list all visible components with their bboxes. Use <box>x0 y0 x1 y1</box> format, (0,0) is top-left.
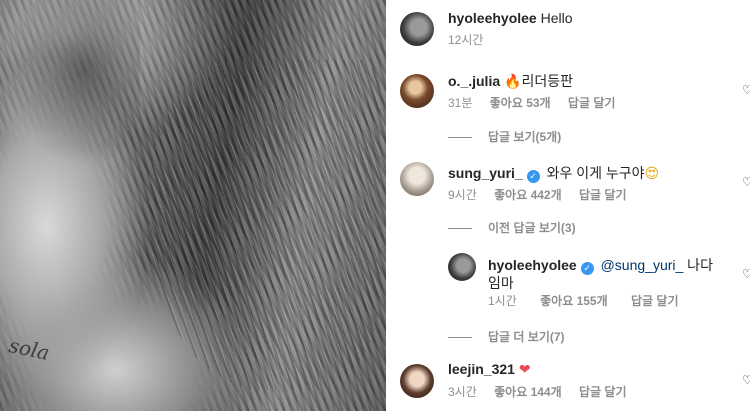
reply-time[interactable]: 1시간 <box>488 294 517 308</box>
avatar[interactable] <box>400 12 434 46</box>
view-replies-label: 답글 보기(5개) <box>488 130 562 144</box>
comment-time[interactable]: 3시간 <box>448 385 477 399</box>
view-previous-replies-button[interactable]: 이전 답글 보기(3) <box>448 221 576 235</box>
caption-username[interactable]: hyoleehyolee <box>448 10 537 26</box>
photo-hair-texture <box>150 60 380 390</box>
view-replies-button[interactable]: 답글 보기(5개) <box>448 130 561 144</box>
view-more-label: 답글 더 보기(7) <box>488 330 565 344</box>
reply-button[interactable]: 답글 달기 <box>579 188 627 202</box>
heart-eyes-emoji-icon: 😍 <box>644 166 660 182</box>
comment-text: 와우 이게 누구야 <box>546 165 645 181</box>
comment-item: o._.julia 🔥리더등판 31분 좋아요 53개 답글 달기 ♡ <box>386 62 750 112</box>
reply-likes[interactable]: 좋아요 155개 <box>540 294 608 308</box>
view-more-replies-button[interactable]: 답글 더 보기(7) <box>448 330 565 344</box>
comment-likes[interactable]: 좋아요 53개 <box>490 96 551 110</box>
red-heart-icon: ❤ <box>518 362 531 378</box>
divider <box>448 137 472 139</box>
caption-row: hyoleehyolee Hello 12시간 <box>386 0 750 52</box>
comment-text: 리더등판 <box>521 73 573 89</box>
divider <box>448 228 472 230</box>
reply-text-line2: 임마 <box>488 275 514 291</box>
like-heart-icon[interactable]: ♡ <box>742 374 750 386</box>
comment-likes[interactable]: 좋아요 144개 <box>494 385 562 399</box>
caption-time[interactable]: 12시간 <box>448 33 483 47</box>
avatar[interactable] <box>400 74 434 108</box>
comment-likes[interactable]: 좋아요 442개 <box>494 188 562 202</box>
reply-username[interactable]: hyoleehyolee <box>488 257 577 273</box>
reply-text-line1: 나다 <box>683 257 713 273</box>
comment-item: leejin_321 ❤ 3시간 좋아요 144개 답글 달기 ♡ <box>386 352 750 411</box>
reply-button[interactable]: 답글 달기 <box>579 385 627 399</box>
fire-icon: 🔥 <box>504 74 522 90</box>
comments-panel: hyoleehyolee Hello 12시간 o._.julia 🔥리더등판 … <box>386 0 750 411</box>
avatar[interactable] <box>400 162 434 196</box>
reply-item: hyoleehyolee ✓ @sung_yuri_ 나다 임마 1시간 좋아요 … <box>386 248 750 312</box>
like-heart-icon[interactable]: ♡ <box>742 84 750 96</box>
avatar[interactable] <box>400 364 434 398</box>
like-heart-icon[interactable]: ♡ <box>742 176 750 188</box>
divider <box>448 337 472 339</box>
verified-badge-icon: ✓ <box>580 262 594 275</box>
like-heart-icon[interactable]: ♡ <box>742 268 750 280</box>
photo-shading <box>0 0 140 230</box>
reply-button[interactable]: 답글 달기 <box>568 96 616 110</box>
comment-item: sung_yuri_ ✓ 와우 이게 누구야😍 9시간 좋아요 442개 답글 달… <box>386 150 750 202</box>
reply-button[interactable]: 답글 달기 <box>631 294 679 308</box>
verified-badge-icon: ✓ <box>526 170 540 183</box>
reply-mention-link[interactable]: @sung_yuri_ <box>601 257 684 273</box>
view-previous-label: 이전 답글 보기(3) <box>488 221 576 235</box>
avatar[interactable] <box>448 253 476 281</box>
comment-username[interactable]: sung_yuri_ <box>448 165 523 181</box>
comment-username[interactable]: leejin_321 <box>448 361 515 377</box>
comment-time[interactable]: 31분 <box>448 96 472 110</box>
post-photo: sola <box>0 0 386 411</box>
wrist-tattoo: sola <box>6 333 52 365</box>
comment-time[interactable]: 9시간 <box>448 188 477 202</box>
caption-text: Hello <box>540 10 573 26</box>
comment-username[interactable]: o._.julia <box>448 73 500 89</box>
